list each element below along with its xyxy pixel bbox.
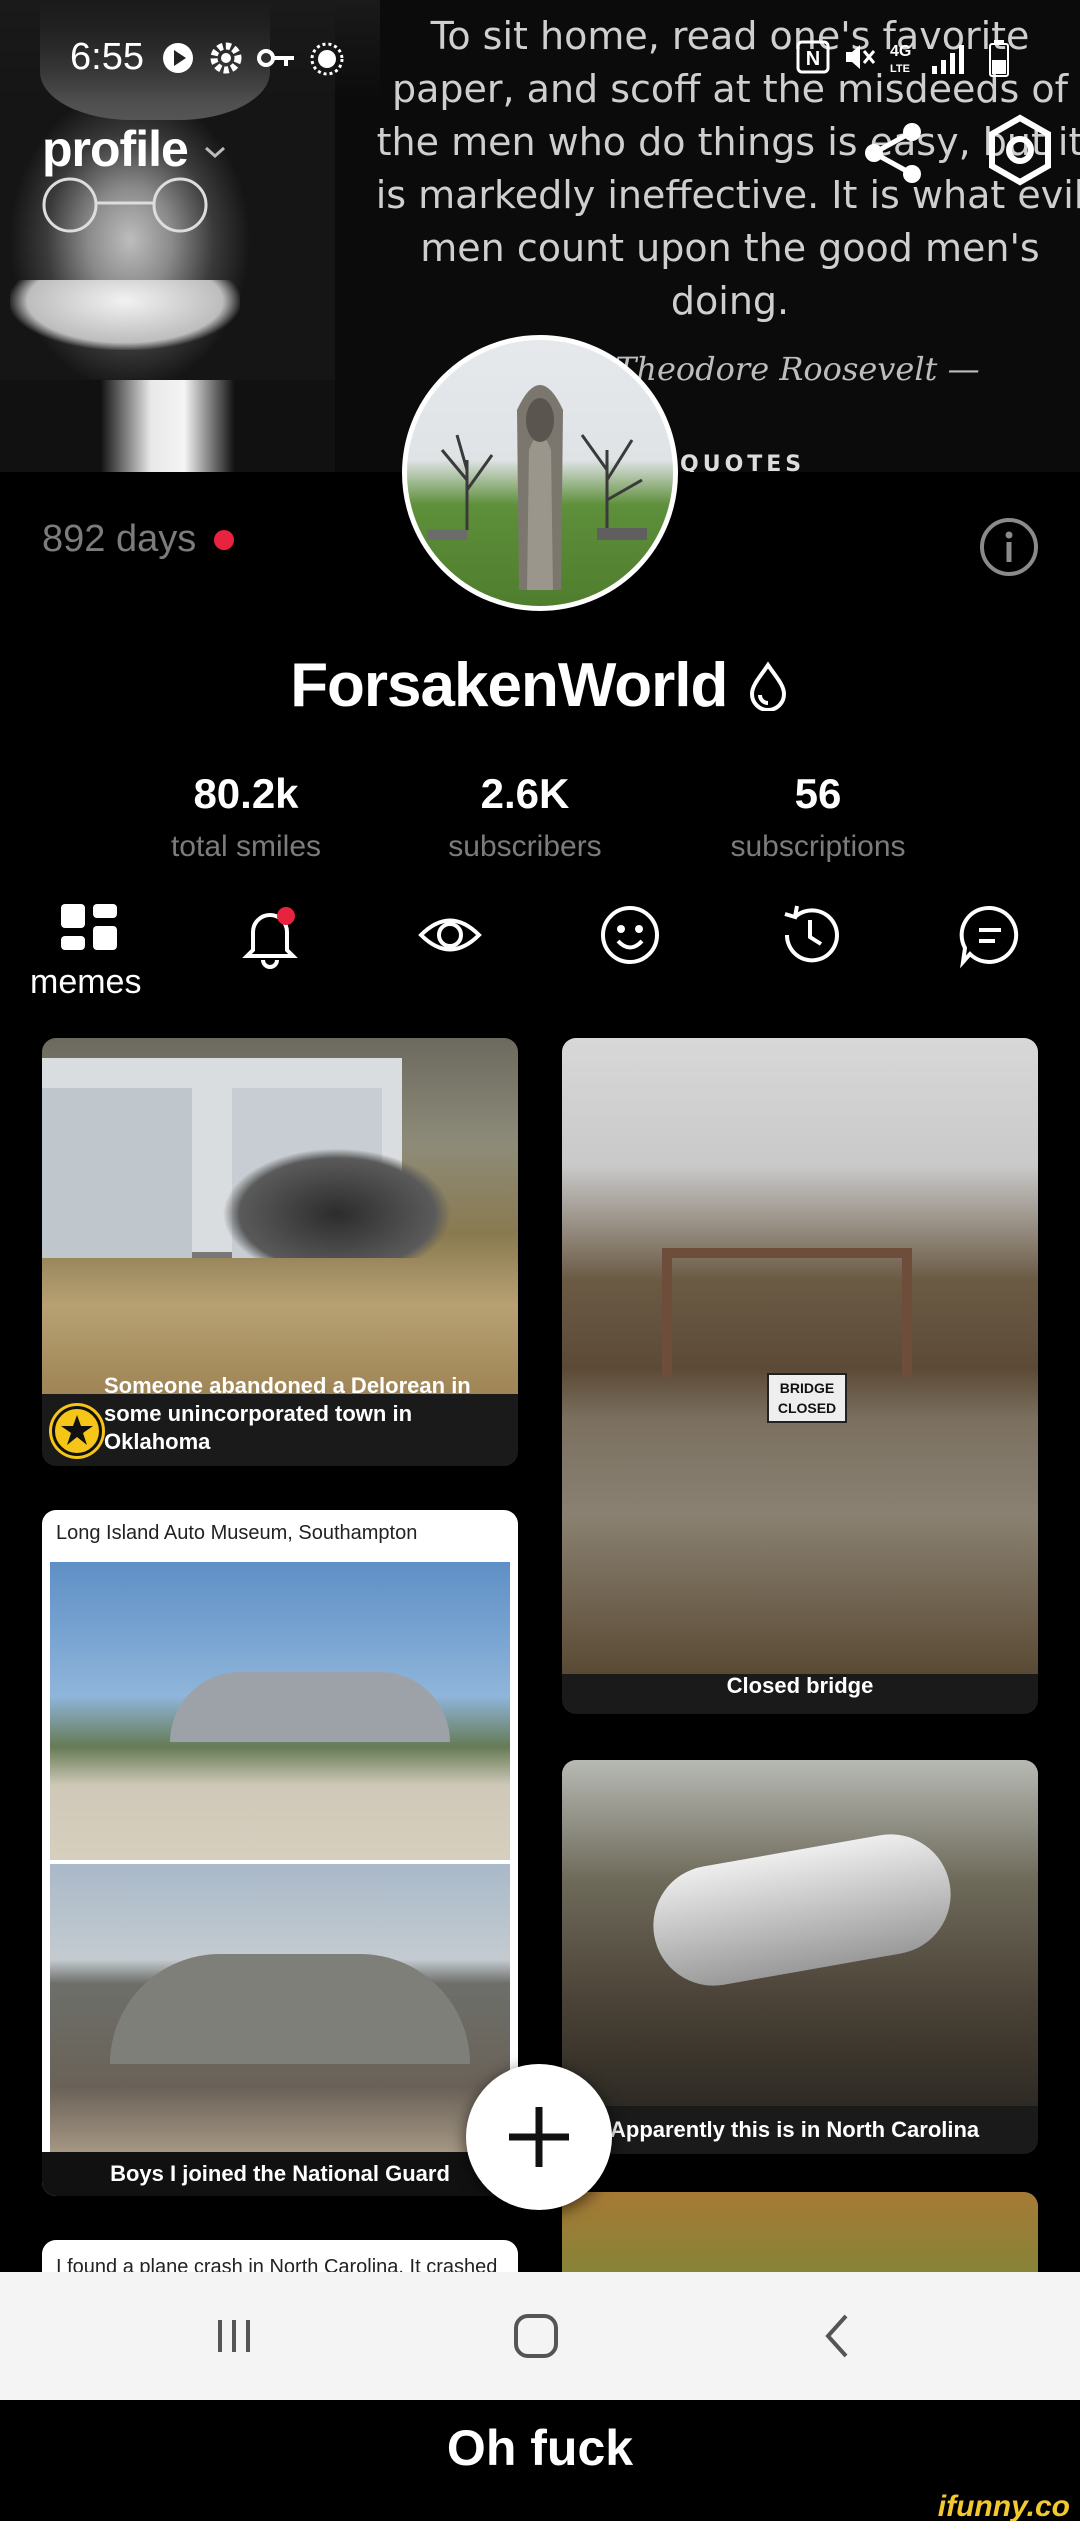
meme-image (42, 1038, 518, 1394)
plus-icon (509, 2107, 569, 2167)
account-days: 892 days (42, 518, 197, 560)
meme-caption: Someone abandoned a Delorean in some uni… (104, 1373, 471, 1454)
svg-text:4G: 4G (890, 43, 911, 60)
profile-title: profile (42, 121, 189, 177)
add-meme-button[interactable] (466, 2064, 612, 2210)
gear-icon (210, 42, 242, 74)
stat-value: 56 (794, 770, 842, 817)
signal-icon (932, 45, 964, 74)
share-icon[interactable] (858, 118, 928, 188)
tab-viewed-eye-icon[interactable] (415, 900, 485, 970)
droplet-icon (749, 660, 786, 711)
meme-caption: Boys I joined the National Guard (42, 2152, 518, 2196)
info-icon[interactable] (978, 516, 1040, 578)
tab-comments-icon[interactable] (955, 900, 1025, 970)
tab-memes-label[interactable]: memes (30, 963, 141, 1002)
4g-lte-icon: 4G LTE (890, 43, 911, 75)
mute-icon (846, 45, 876, 69)
media-play-icon (163, 43, 193, 73)
meme-image-top (50, 1562, 510, 1860)
stat-label: subscribers (448, 830, 602, 863)
avatar[interactable] (402, 335, 678, 611)
tab-history-icon[interactable] (775, 900, 845, 970)
recent-apps-icon[interactable] (198, 2300, 270, 2372)
meme-caption: Apparently this is in North Carolina (610, 2117, 980, 2142)
status-clock: 6:55 (70, 36, 144, 78)
notification-dot (214, 529, 235, 550)
stat-total-smiles[interactable]: 80.2k total smiles (96, 770, 396, 864)
cover-quote-author: Theodore Roosevelt — (615, 350, 980, 388)
meme-image-bottom (50, 1864, 510, 2162)
account-age: 892 days (42, 518, 235, 561)
status-bar: 6:55 N 4G LTE (0, 0, 1080, 120)
meme-caption: Closed bridge (726, 1673, 874, 1698)
tab-smiles-smile-icon[interactable] (595, 900, 665, 970)
sun-icon (310, 42, 344, 76)
profile-dropdown[interactable]: profile (42, 120, 228, 178)
key-icon (257, 49, 294, 67)
meme-top-caption: Oh fuck (446, 2420, 634, 2476)
meme-image (562, 1760, 1038, 2106)
username-row: ForsakenWorld (0, 650, 1080, 721)
meme-card-delorean[interactable]: Someone abandoned a Delorean in some uni… (42, 1038, 518, 1466)
tab-memes-grid-icon[interactable] (55, 900, 125, 970)
svg-text:LTE: LTE (890, 63, 910, 75)
username: ForsakenWorld (290, 651, 728, 720)
svg-text:N: N (806, 48, 820, 70)
stat-value: 2.6K (480, 770, 570, 817)
stat-value: 80.2k (193, 770, 299, 817)
settings-hex-icon[interactable] (982, 112, 1058, 188)
back-icon[interactable] (802, 2300, 874, 2372)
meme-card-plane[interactable]: Apparently this is in North Carolina (562, 1760, 1038, 2154)
nfc-icon: N (796, 40, 830, 74)
cover-quote-brand: QUOTES (680, 452, 806, 472)
stat-subscriptions[interactable]: 56 subscriptions (668, 770, 968, 864)
meme-caption-bar: Oh fuck (0, 2400, 1080, 2496)
battery-icon (989, 40, 1009, 77)
meme-card-museum[interactable]: Long Island Auto Museum, Southampton Boy… (42, 1510, 518, 2196)
stat-label: total smiles (170, 830, 322, 863)
bridge-sign: BRIDGE CLOSED (767, 1373, 847, 1423)
stat-label: subscriptions (730, 830, 906, 863)
stat-subscribers[interactable]: 2.6K subscribers (375, 770, 675, 864)
watermark: ifunny.co (937, 2490, 1070, 2521)
tab-notifications-bell-icon[interactable] (235, 900, 305, 970)
meme-image: BRIDGE CLOSED (562, 1038, 1038, 1674)
home-icon[interactable] (500, 2300, 572, 2372)
meme-title: Long Island Auto Museum, Southampton (56, 1522, 418, 1544)
system-nav-bar (0, 2272, 1080, 2400)
meme-card-bridge[interactable]: BRIDGE CLOSED Closed bridge (562, 1038, 1038, 1714)
chevron-down-icon (204, 146, 225, 159)
